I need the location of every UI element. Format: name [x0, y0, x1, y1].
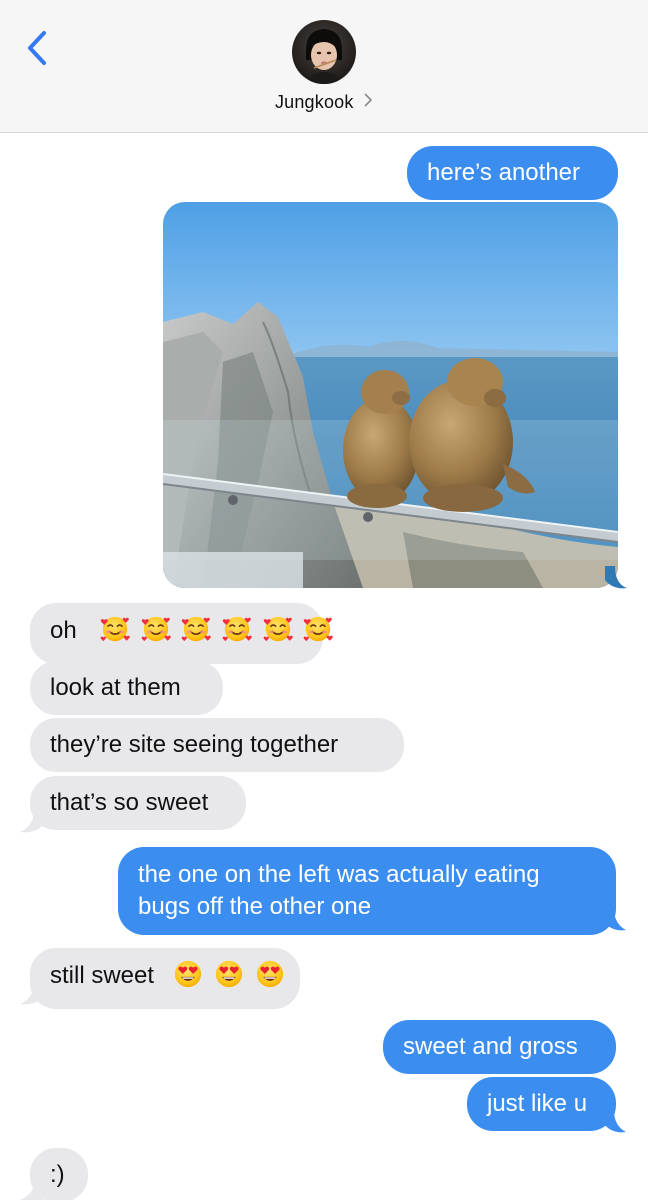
smiling-face-with-hearts-icon [263, 614, 293, 653]
smiling-face-with-hearts-icon [100, 614, 130, 653]
message-bubble-incoming[interactable]: look at them [30, 661, 223, 715]
chevron-left-icon [28, 31, 46, 65]
photo-message[interactable] [163, 202, 618, 588]
message-bubble-incoming[interactable]: still sweet [30, 948, 300, 1009]
bubble-tail [20, 982, 44, 1005]
smiling-face-with-hearts-icon [181, 614, 211, 653]
message-bubble-outgoing[interactable]: the one on the left was actually eating … [118, 847, 616, 935]
bubble-tail [604, 908, 626, 931]
bubble-tail [20, 1182, 44, 1200]
message-text: just like u [487, 1090, 588, 1117]
message-bubble-outgoing[interactable]: just like u [467, 1077, 616, 1131]
message-text: they’re site seeing together [50, 731, 339, 758]
back-button[interactable] [22, 28, 52, 68]
contact-name: Jungkook [274, 92, 354, 112]
message-bubble-incoming[interactable]: that’s so sweet [30, 776, 246, 830]
message-text-line: bugs off the other one [138, 893, 372, 920]
message-bubble-outgoing[interactable]: sweet and gross [383, 1020, 616, 1074]
contact-avatar[interactable] [292, 20, 356, 84]
smiling-face-with-hearts-icon [303, 614, 333, 653]
message-text: oh [50, 617, 77, 644]
heart-eyes-icon [214, 959, 244, 998]
smiling-face-with-hearts-icon [222, 614, 252, 653]
message-bubble-incoming[interactable]: they’re site seeing together [30, 718, 404, 772]
contact-name-button[interactable]: Jungkook [0, 92, 648, 113]
heart-eyes-icon [255, 959, 285, 998]
message-text: that’s so sweet [50, 789, 209, 816]
messages-screen: Jungkook here’s another oh look at them … [0, 0, 648, 1200]
avatar-photo [292, 20, 356, 84]
bubble-tail [20, 810, 44, 833]
conversation-header: Jungkook [0, 0, 648, 133]
heart-eyes-icon [173, 959, 203, 998]
message-text: look at them [50, 674, 181, 701]
chevron-right-icon [364, 93, 373, 112]
smiling-face-with-hearts-icon [141, 614, 171, 653]
message-bubble-outgoing[interactable]: here’s another [407, 146, 618, 200]
message-text: here’s another [427, 159, 580, 186]
bubble-tail [604, 1110, 626, 1133]
message-bubble-incoming[interactable]: oh [30, 603, 323, 664]
photo-attachment [163, 202, 618, 588]
message-text-line: the one on the left was actually eating [138, 861, 540, 888]
bubble-tail [605, 566, 627, 589]
message-text: still sweet [50, 962, 155, 989]
message-text: sweet and gross [403, 1033, 578, 1060]
message-text: :) [50, 1161, 65, 1188]
